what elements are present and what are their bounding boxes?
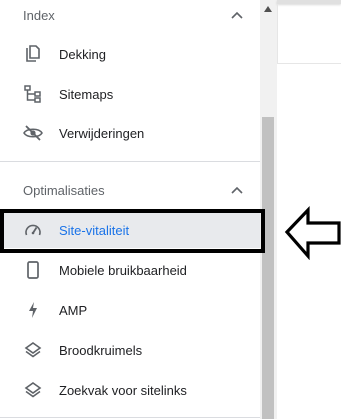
- annotation-highlight-box: [0, 209, 265, 253]
- layers-icon: [23, 340, 43, 360]
- file-copy-icon: [23, 44, 43, 64]
- sidebar-item-amp[interactable]: AMP: [0, 292, 260, 328]
- sidebar-item-dekking[interactable]: Dekking: [0, 36, 260, 72]
- layers-icon: [23, 380, 43, 400]
- sidebar-item-label: Dekking: [59, 46, 106, 62]
- bolt-icon: [23, 300, 43, 320]
- visibility-off-icon: [23, 123, 43, 143]
- chevron-up-icon[interactable]: [230, 8, 244, 22]
- scroll-up-arrow-icon[interactable]: [264, 6, 272, 12]
- section-divider: [0, 161, 260, 162]
- smartphone-icon: [23, 260, 43, 280]
- sidebar-item-sitemaps[interactable]: Sitemaps: [0, 76, 260, 112]
- sidebar-item-mobiele-bruikbaarheid[interactable]: Mobiele bruikbaarheid: [0, 252, 260, 288]
- top-app-bar: [277, 0, 341, 4]
- section-header-index[interactable]: Index: [0, 0, 260, 30]
- scroll-thumb[interactable]: [262, 117, 274, 419]
- content-divider: [277, 4, 278, 63]
- sidebar-item-verwijderingen[interactable]: Verwijderingen: [0, 115, 260, 151]
- sidebar-item-broodkruimels[interactable]: Broodkruimels: [0, 332, 260, 368]
- sidebar-item-label: Sitemaps: [59, 86, 114, 102]
- sidebar-item-label: Verwijderingen: [59, 125, 145, 141]
- sidebar-item-zoekvak-voor-sitelinks[interactable]: Zoekvak voor sitelinks: [0, 372, 260, 408]
- sidebar-item-label: Broodkruimels: [59, 342, 143, 358]
- content-divider: [277, 63, 341, 64]
- chevron-up-icon[interactable]: [230, 183, 244, 197]
- sidebar-item-label: Zoekvak voor sitelinks: [59, 382, 187, 398]
- sitemap-icon: [23, 84, 43, 104]
- section-title: Index: [23, 7, 55, 23]
- annotation-arrow-icon: [284, 206, 341, 260]
- sidebar-item-label: Mobiele bruikbaarheid: [59, 262, 187, 278]
- section-header-optimalisaties[interactable]: Optimalisaties: [0, 175, 260, 205]
- sidebar-item-label: AMP: [59, 302, 88, 318]
- section-divider: [0, 417, 260, 418]
- section-title: Optimalisaties: [23, 182, 105, 198]
